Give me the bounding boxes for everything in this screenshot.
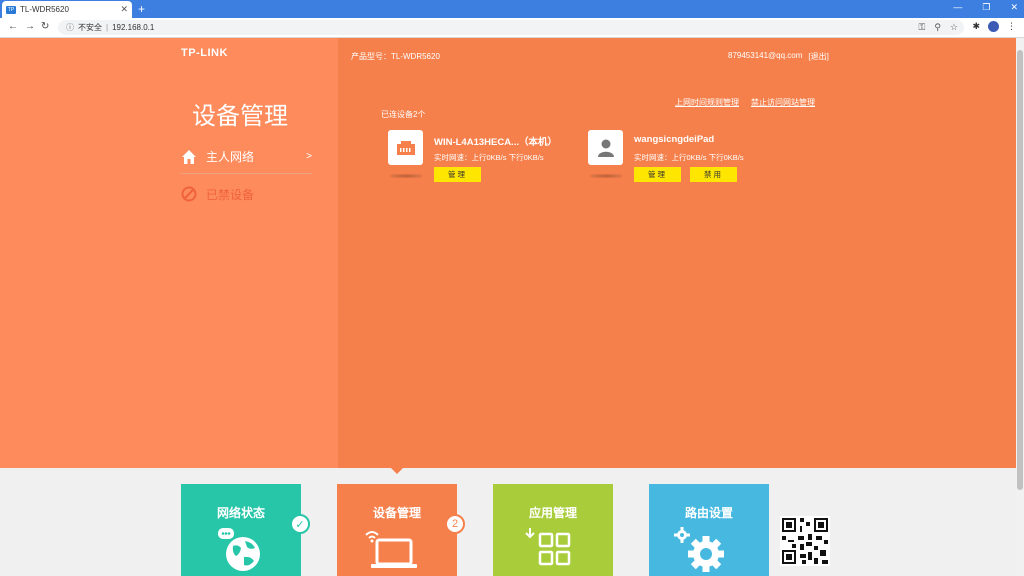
address-bar: ← → ↻ ⓘ 不安全 | 192.168.0.1 ⚿ ⚲ ☆ ✱ ⋮ [0, 18, 1024, 38]
device-card: WIN-L4A13HECA...（本机） 实时网速：上行0KB/s 下行0KB/… [388, 130, 588, 190]
key-icon[interactable]: ⚿ [918, 22, 925, 33]
zoom-icon[interactable]: ⚲ [934, 22, 941, 33]
tile-network-status[interactable]: 网络状态 [181, 484, 301, 576]
manage-button[interactable]: 管理 [434, 167, 481, 182]
not-secure-icon: ⓘ [66, 23, 74, 32]
tplink-logo: TP-LINK [181, 47, 228, 59]
star-icon[interactable]: ☆ [950, 22, 958, 33]
globe-icon [216, 526, 266, 576]
minimize-icon[interactable]: — [953, 2, 962, 13]
restore-icon[interactable]: ❐ [982, 2, 990, 13]
gear-icon [673, 526, 729, 576]
check-badge-icon: ✓ [290, 514, 310, 534]
block-icon [180, 185, 198, 203]
home-icon [180, 148, 198, 166]
device-speed: 实时网速：上行0KB/s 下行0KB/s [634, 153, 744, 162]
profile-avatar-icon[interactable] [988, 21, 999, 32]
back-icon[interactable]: ← [8, 21, 18, 32]
apps-icon [523, 526, 573, 576]
sidebar-item-blocked-devices[interactable]: 已禁设备 [180, 177, 312, 211]
time-rule-link[interactable]: 上网时间规则管理 [675, 97, 739, 108]
tile-device-management[interactable]: 设备管理 [337, 484, 457, 576]
tile-label: 路由设置 [684, 506, 733, 520]
account-email: 879453141@qq.com [728, 51, 803, 60]
qr-code [780, 516, 830, 566]
tile-router-settings[interactable]: 路由设置 [649, 484, 769, 576]
person-icon [588, 130, 623, 165]
tile-label: 设备管理 [372, 506, 421, 520]
active-tab-pointer [391, 468, 403, 474]
page-title: 设备管理 [192, 103, 288, 130]
favicon-icon: TP [6, 5, 16, 14]
block-sites-link[interactable]: 禁止访问网站管理 [751, 97, 815, 108]
chevron-right-icon: > [306, 151, 312, 162]
sidebar: TP-LINK 设备管理 主人网络 > 已禁设备 [0, 38, 338, 468]
menu-icon[interactable]: ⋮ [1007, 21, 1016, 32]
url-input[interactable]: ⓘ 不安全 | 192.168.0.1 ⚿ ⚲ ☆ [58, 20, 964, 35]
tab-title: TL-WDR5620 [20, 5, 69, 14]
sidebar-item-host-network[interactable]: 主人网络 > [180, 140, 312, 174]
sidebar-item-label: 已禁设备 [206, 187, 255, 202]
count-badge: 2 [445, 514, 465, 534]
tile-label: 网络状态 [216, 506, 265, 520]
product-model: 产品型号：TL-WDR5620 [351, 52, 440, 61]
tile-label: 应用管理 [528, 506, 577, 520]
security-label: 不安全 [78, 23, 102, 32]
laptop-icon [363, 526, 427, 576]
window-controls: — ❐ ✕ [953, 2, 1018, 13]
connected-count: 已连设备2个 [381, 110, 426, 119]
device-name: wangsicngdeiPad [634, 134, 715, 145]
device-name: WIN-L4A13HECA...（本机） [434, 137, 557, 148]
account-area: 879453141@qq.com [退出] [728, 51, 829, 62]
router-app: TP-LINK 设备管理 主人网络 > 已禁设备 产品型号：TL-WDR5620… [0, 38, 1016, 576]
block-button[interactable]: 禁用 [690, 167, 737, 182]
extensions-icon[interactable]: ✱ [972, 21, 980, 32]
scrollbar-thumb[interactable] [1017, 50, 1023, 490]
close-tab-icon[interactable]: ✕ [120, 4, 128, 15]
manage-button[interactable]: 管理 [634, 167, 681, 182]
rule-links: 上网时间规则管理 禁止访问网站管理 [675, 97, 815, 108]
url-text: 192.168.0.1 [112, 23, 155, 32]
sidebar-item-label: 主人网络 [206, 150, 255, 164]
new-tab-icon[interactable]: + [138, 2, 145, 16]
forward-icon[interactable]: → [25, 21, 35, 32]
browser-tab[interactable]: TP TL-WDR5620 ✕ [2, 1, 132, 18]
reload-icon[interactable]: ↻ [41, 21, 49, 32]
ethernet-icon [388, 130, 423, 165]
close-window-icon[interactable]: ✕ [1010, 2, 1018, 13]
logout-link[interactable]: [退出] [808, 51, 828, 62]
page-scrollbar[interactable] [1016, 38, 1024, 576]
browser-tab-bar: TP TL-WDR5620 ✕ + — ❐ ✕ [0, 0, 1024, 18]
tile-app-management[interactable]: 应用管理 [493, 484, 613, 576]
device-speed: 实时网速：上行0KB/s 下行0KB/s [434, 153, 544, 162]
device-card: wangsicngdeiPad 实时网速：上行0KB/s 下行0KB/s 管理 … [588, 130, 788, 190]
